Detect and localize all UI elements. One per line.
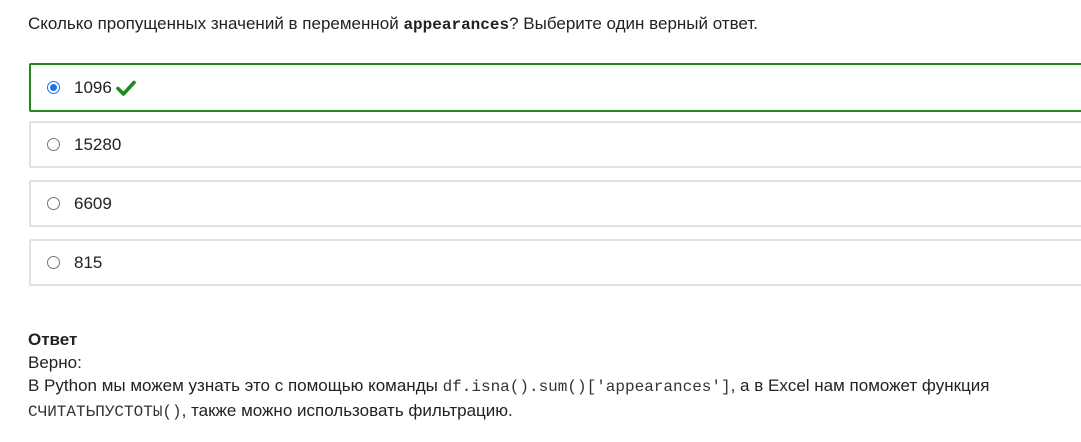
answer-text-1: В Python мы можем узнать это с помощью к… bbox=[28, 376, 443, 395]
checkmark-icon bbox=[116, 80, 136, 96]
option-label: 815 bbox=[74, 252, 103, 272]
question-text: Сколько пропущенных значений в переменно… bbox=[28, 12, 758, 37]
excel-function: СЧИТАТЬПУСТОТЫ() bbox=[28, 403, 182, 421]
option-label: 15280 bbox=[74, 134, 122, 154]
answer-options: 1096 15280 6609 815 bbox=[29, 63, 1081, 298]
question-prefix: Сколько пропущенных значений в переменно… bbox=[28, 14, 404, 33]
option-label: 1096 bbox=[74, 77, 112, 97]
answer-explanation: Ответ Верно: В Python мы можем узнать эт… bbox=[28, 328, 1068, 424]
answer-verdict: Верно: bbox=[28, 353, 82, 372]
python-code: df.isna().sum()['appearances'] bbox=[442, 378, 731, 396]
option-label: 6609 bbox=[74, 193, 112, 213]
answer-heading: Ответ bbox=[28, 330, 78, 349]
answer-text-2: , а в Excel нам поможет функция bbox=[730, 376, 990, 395]
option-815[interactable]: 815 bbox=[29, 239, 1081, 286]
question-suffix: ? Выберите один верный ответ. bbox=[509, 14, 758, 33]
option-1096[interactable]: 1096 bbox=[29, 63, 1081, 112]
radio-button[interactable] bbox=[47, 138, 60, 151]
radio-button[interactable] bbox=[47, 256, 60, 269]
radio-button-selected[interactable] bbox=[47, 81, 60, 94]
answer-text-3: , также можно использовать фильтрацию. bbox=[181, 401, 513, 420]
question-variable: appearances bbox=[403, 16, 510, 34]
answer-body: В Python мы можем узнать это с помощью к… bbox=[28, 374, 1068, 424]
radio-button[interactable] bbox=[47, 197, 60, 210]
option-15280[interactable]: 15280 bbox=[29, 121, 1081, 168]
option-6609[interactable]: 6609 bbox=[29, 180, 1081, 227]
